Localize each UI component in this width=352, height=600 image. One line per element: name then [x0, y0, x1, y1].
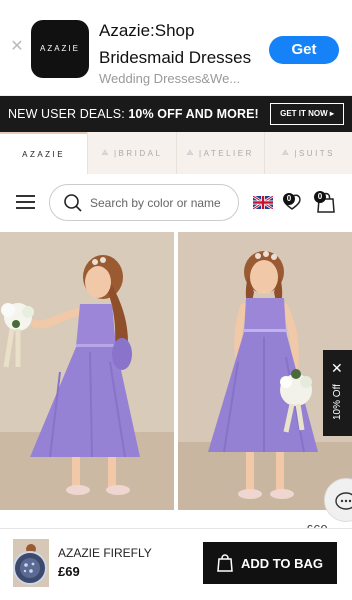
- cookie-icon: [20, 558, 40, 578]
- search-input[interactable]: Search by color or name: [49, 184, 239, 221]
- brand-tabs: AZAZIE ⟁ |BRIDAL ⟁ |ATELIER ⟁ |SUITS: [0, 132, 352, 174]
- app-subtitle: Wedding Dresses&We...: [99, 71, 241, 86]
- uk-flag-icon[interactable]: [253, 196, 273, 209]
- promo-bar: NEW USER DEALS: 10% OFF AND MORE! GET IT…: [0, 96, 352, 132]
- close-icon[interactable]: ✕: [10, 39, 24, 55]
- add-to-bag-bar: AZAZIE FIREFLY £69 ADD TO BAG: [0, 528, 352, 600]
- cookie-consent-icon[interactable]: [13, 551, 47, 585]
- chat-button[interactable]: [324, 478, 352, 522]
- atelier-logo-icon: ⟁: [186, 148, 197, 157]
- hamburger-menu-icon[interactable]: [16, 195, 35, 209]
- add-to-bag-button[interactable]: ADD TO BAG: [203, 542, 337, 584]
- promo-text: NEW USER DEALS: 10% OFF AND MORE!: [8, 107, 259, 121]
- search-icon: [64, 194, 82, 212]
- bag-count-badge: 0: [314, 191, 326, 203]
- app-title: Azazie:Shop: [99, 21, 195, 40]
- tab-suits[interactable]: ⟁ |SUITS: [263, 132, 352, 174]
- tab-label: |ATELIER: [199, 148, 254, 158]
- app-logo: AZAZIE: [31, 20, 89, 78]
- tab-bridal[interactable]: ⟁ |BRIDAL: [87, 132, 175, 174]
- tab-label: AZAZIE: [22, 149, 66, 159]
- suits-logo-icon: ⟁: [281, 148, 292, 157]
- tab-label: |SUITS: [294, 148, 336, 158]
- get-app-button[interactable]: Get: [269, 36, 339, 64]
- bridal-logo-icon: ⟁: [101, 148, 111, 157]
- discount-side-tab[interactable]: ✕ 10% Off: [323, 350, 352, 436]
- discount-label: 10% Off: [332, 384, 343, 420]
- product-name: AZAZIE FIREFLY: [58, 546, 152, 560]
- tab-azazie[interactable]: AZAZIE: [0, 132, 88, 174]
- tab-label: |BRIDAL: [113, 148, 163, 158]
- chat-icon: [335, 492, 352, 510]
- app-title-line2: Bridesmaid Dresses: [99, 48, 252, 67]
- site-header: Search by color or name 0 0: [0, 174, 352, 230]
- wishlist-count-badge: 0: [283, 193, 295, 205]
- promo-highlight: 10% OFF AND MORE!: [128, 107, 259, 121]
- bag-icon: [217, 554, 233, 572]
- app-install-banner: ✕ AZAZIE Azazie:Shop Bridesmaid Dresses …: [0, 0, 352, 96]
- product-photo-1[interactable]: [0, 232, 174, 510]
- search-placeholder: Search by color or name: [90, 196, 221, 210]
- tab-atelier[interactable]: ⟁ |ATELIER: [175, 132, 264, 174]
- product-price: £69: [58, 564, 80, 579]
- add-to-bag-label: ADD TO BAG: [240, 555, 324, 571]
- get-it-now-button[interactable]: GET IT NOW ▸: [270, 103, 344, 125]
- promo-prefix: NEW USER DEALS:: [8, 107, 129, 121]
- girl-in-lilac-dress-image: [0, 232, 174, 510]
